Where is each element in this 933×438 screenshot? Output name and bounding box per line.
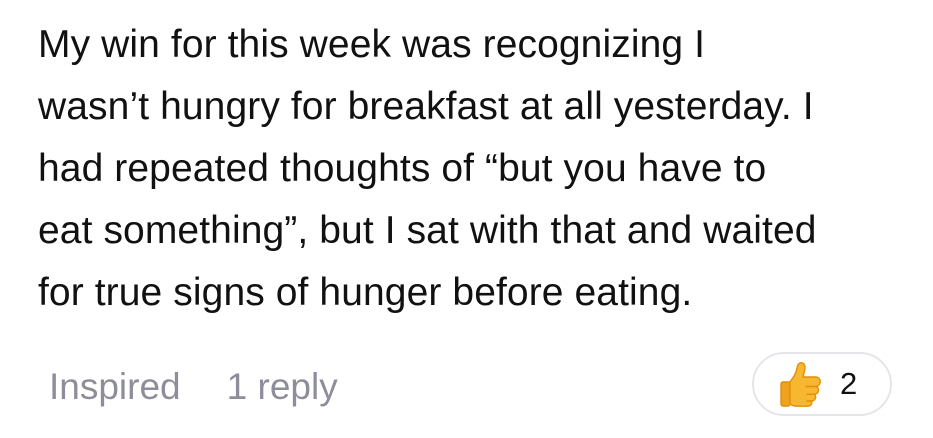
thumbs-up-icon bbox=[780, 362, 821, 407]
post-body-line: My win for this week was recognizing I bbox=[38, 23, 706, 66]
post-body-line: eat something”, but I sat with that and … bbox=[38, 209, 817, 252]
post-body-line: had repeated thoughts of “but you have t… bbox=[38, 147, 767, 190]
post-body: My win for this week was recognizing I w… bbox=[38, 14, 908, 324]
inspired-button[interactable]: Inspired bbox=[49, 362, 181, 412]
reaction-count: 2 bbox=[840, 366, 858, 401]
thumbs-up-reaction-button[interactable]: 2 bbox=[752, 352, 892, 416]
reply-link[interactable]: 1 reply bbox=[227, 362, 338, 412]
post-actions: Inspired 1 reply bbox=[49, 362, 338, 412]
post-body-line: wasn’t hungry for breakfast at all yeste… bbox=[38, 85, 814, 128]
post-body-line: for true signs of hunger before eating. bbox=[38, 271, 693, 314]
post-card: My win for this week was recognizing I w… bbox=[0, 0, 933, 438]
